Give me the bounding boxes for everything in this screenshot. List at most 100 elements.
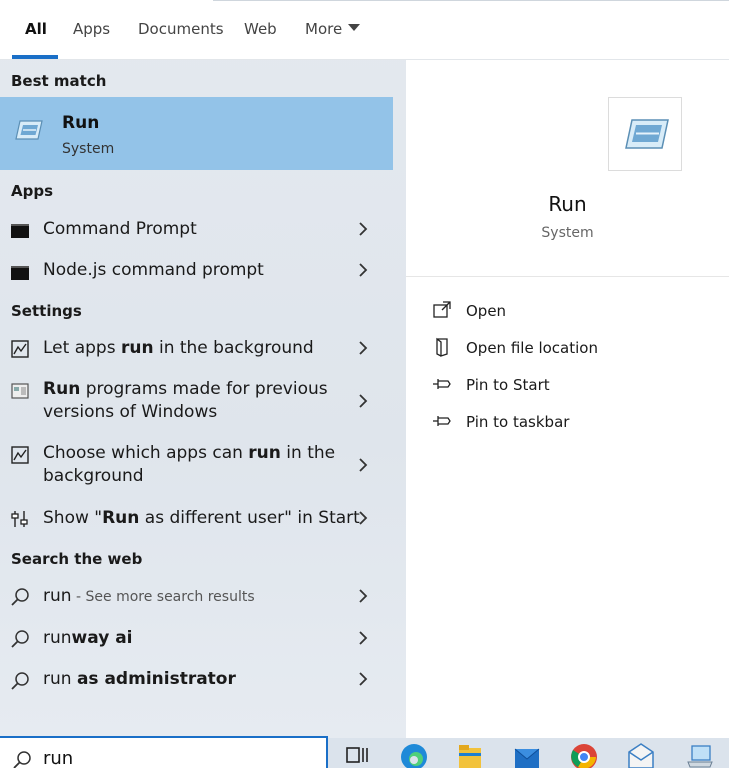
search-web-heading: Search the web bbox=[11, 550, 143, 568]
chevron-right-icon bbox=[359, 589, 368, 603]
action-open[interactable]: Open bbox=[430, 298, 720, 328]
action-label: Open file location bbox=[466, 339, 598, 357]
pin-icon bbox=[433, 416, 451, 426]
search-icon bbox=[11, 588, 29, 606]
file-location-icon bbox=[436, 337, 448, 357]
list-item-label: run - See more search results bbox=[43, 585, 255, 609]
open-icon bbox=[433, 301, 451, 318]
action-label: Pin to Start bbox=[466, 376, 550, 394]
chrome-icon[interactable] bbox=[570, 740, 598, 768]
preview-subtitle: System bbox=[541, 225, 594, 241]
web-suggestion[interactable]: runway ai bbox=[0, 620, 393, 658]
tab-web[interactable]: Web bbox=[244, 20, 277, 38]
action-label: Pin to taskbar bbox=[466, 413, 570, 431]
run-icon bbox=[15, 120, 43, 140]
chevron-right-icon bbox=[359, 394, 368, 408]
sliders-icon bbox=[11, 511, 28, 527]
web-suggestion[interactable]: run as administrator bbox=[0, 662, 393, 700]
action-open-file-location[interactable]: Open file location bbox=[430, 335, 720, 365]
web-suggestion[interactable]: run - See more search results bbox=[0, 578, 393, 616]
label-part: versions of Windows bbox=[43, 402, 218, 422]
label-part: run bbox=[43, 669, 77, 689]
best-match-title: Run bbox=[62, 113, 100, 133]
list-item-label: Choose which apps can run in the backgrou… bbox=[43, 442, 335, 488]
list-item-setting[interactable]: Let apps run in the background bbox=[0, 330, 393, 368]
label-muted: - See more search results bbox=[71, 589, 255, 605]
task-view-icon[interactable] bbox=[343, 740, 371, 768]
label-part: programs made for previous bbox=[80, 379, 328, 399]
list-item-command-prompt[interactable]: Command Prompt bbox=[0, 210, 393, 248]
search-tabs: All Apps Documents Web More bbox=[0, 0, 729, 60]
label-part: run bbox=[43, 586, 72, 606]
search-query: run bbox=[43, 748, 74, 768]
chevron-right-icon bbox=[359, 631, 368, 645]
tab-all[interactable]: All bbox=[25, 20, 47, 38]
list-item-setting[interactable]: Show "Run as different user" in Start bbox=[0, 500, 393, 538]
label-part: as different user" in Start bbox=[139, 508, 360, 528]
list-item-label: Command Prompt bbox=[43, 219, 197, 239]
search-icon bbox=[11, 672, 29, 690]
chevron-down-icon bbox=[348, 24, 361, 31]
preview-app-icon bbox=[608, 97, 682, 171]
laptop-icon[interactable] bbox=[686, 740, 714, 768]
preview-title: Run bbox=[548, 192, 587, 216]
label-part: in the background bbox=[153, 338, 314, 358]
active-tab-indicator bbox=[12, 55, 58, 59]
terminal-icon bbox=[11, 266, 29, 280]
search-icon bbox=[11, 630, 29, 648]
chevron-right-icon bbox=[359, 511, 368, 525]
tab-more-label: More bbox=[305, 20, 343, 38]
pin-icon bbox=[433, 379, 451, 389]
chevron-right-icon bbox=[359, 672, 368, 686]
label-part: in the bbox=[280, 443, 336, 463]
label-highlight: way ai bbox=[71, 628, 133, 648]
list-item-label: Run programs made for previous versions o… bbox=[43, 378, 328, 424]
list-item-label: Let apps run in the background bbox=[43, 337, 314, 360]
label-highlight: Run bbox=[102, 508, 140, 528]
label-highlight: as administrator bbox=[76, 669, 236, 689]
label-part: Choose which apps can bbox=[43, 443, 249, 463]
list-item-label: runway ai bbox=[43, 627, 133, 650]
label-highlight: run bbox=[120, 338, 154, 358]
list-item-label: Node.js command prompt bbox=[43, 260, 264, 280]
label-part: background bbox=[43, 466, 144, 486]
chevron-right-icon bbox=[359, 263, 368, 277]
label-highlight: Run bbox=[43, 379, 81, 399]
search-icon bbox=[13, 751, 31, 768]
best-match-item[interactable] bbox=[0, 97, 393, 170]
action-pin-to-taskbar[interactable]: Pin to taskbar bbox=[430, 409, 720, 439]
settings-heading: Settings bbox=[11, 302, 82, 320]
mail-icon[interactable] bbox=[513, 740, 541, 768]
settings-page-icon bbox=[11, 340, 29, 358]
list-item-setting[interactable]: Run programs made for previous versions o… bbox=[0, 372, 393, 428]
chevron-right-icon bbox=[359, 341, 368, 355]
run-icon bbox=[625, 119, 669, 149]
best-match-subtitle: System bbox=[62, 141, 115, 157]
tab-more[interactable]: More bbox=[305, 20, 361, 38]
chevron-right-icon bbox=[359, 222, 368, 236]
settings-page-icon bbox=[11, 446, 29, 464]
preview-divider bbox=[406, 276, 729, 277]
label-highlight: run bbox=[248, 443, 281, 463]
apps-heading: Apps bbox=[11, 182, 54, 200]
label-part: run bbox=[43, 628, 72, 648]
tabbar-divider bbox=[213, 0, 729, 1]
tab-apps[interactable]: Apps bbox=[73, 20, 110, 38]
file-explorer-icon[interactable] bbox=[456, 740, 484, 768]
app-icon[interactable] bbox=[627, 740, 655, 768]
action-label: Open bbox=[466, 302, 507, 320]
compatibility-icon bbox=[11, 383, 29, 399]
label-part: Show " bbox=[43, 508, 103, 528]
tab-documents[interactable]: Documents bbox=[138, 20, 224, 38]
search-input[interactable]: run bbox=[0, 736, 328, 768]
edge-icon[interactable] bbox=[400, 740, 428, 768]
terminal-icon bbox=[11, 224, 29, 238]
chevron-right-icon bbox=[359, 458, 368, 472]
list-item-setting[interactable]: Choose which apps can run in the backgrou… bbox=[0, 436, 393, 492]
best-match-heading: Best match bbox=[11, 72, 107, 90]
action-pin-to-start[interactable]: Pin to Start bbox=[430, 372, 720, 402]
label-part: Let apps bbox=[43, 338, 121, 358]
list-item-label: run as administrator bbox=[43, 668, 236, 691]
list-item-nodejs-prompt[interactable]: Node.js command prompt bbox=[0, 252, 393, 290]
list-item-label: Show "Run as different user" in Start bbox=[43, 507, 360, 530]
